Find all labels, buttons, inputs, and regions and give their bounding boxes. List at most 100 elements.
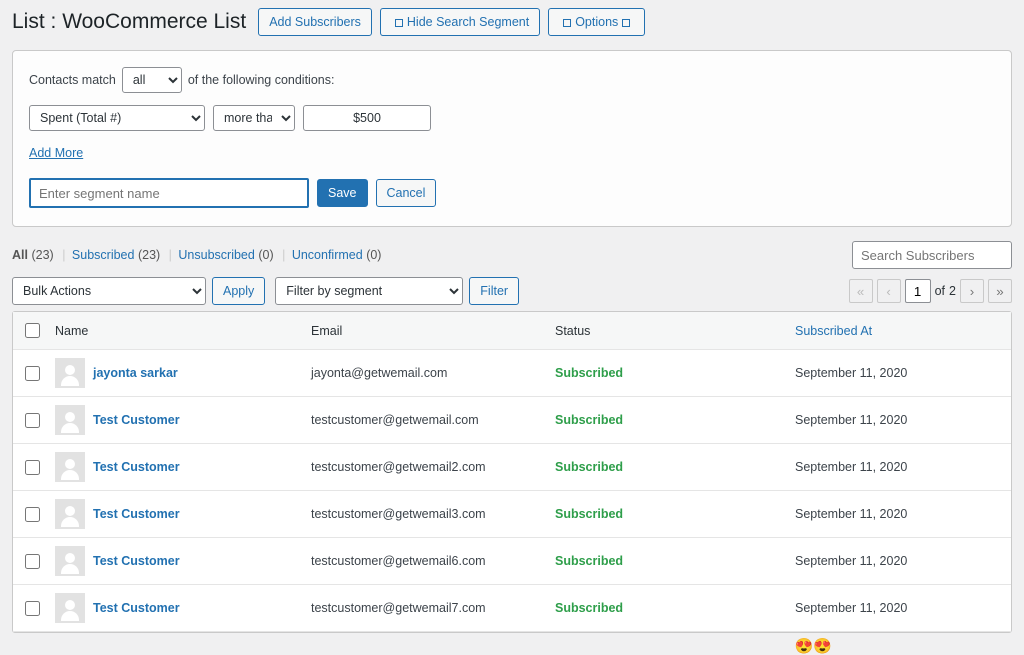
- avatar: [55, 452, 85, 482]
- table-row: Test Customertestcustomer@getwemail.comS…: [13, 397, 1011, 444]
- separator: |: [169, 248, 172, 262]
- subscriber-status: Subscribed: [555, 460, 795, 474]
- reaction-emoji: 😍😍: [795, 638, 832, 655]
- filter-button[interactable]: Filter: [469, 277, 519, 305]
- filters-bar: All (23) | Subscribed (23) | Unsubscribe…: [12, 241, 1012, 269]
- options-button[interactable]: Options: [548, 8, 645, 36]
- select-all-checkbox[interactable]: [25, 323, 40, 338]
- col-name[interactable]: Name: [55, 324, 311, 338]
- action-row: Bulk Actions Apply Filter by segment Fil…: [12, 277, 1012, 305]
- row-checkbox[interactable]: [25, 460, 40, 475]
- row-checkbox[interactable]: [25, 413, 40, 428]
- col-email: Email: [311, 324, 555, 338]
- pagination: « ‹ of 2 › »: [849, 279, 1012, 303]
- subscriber-status: Subscribed: [555, 413, 795, 427]
- page-title: List : WooCommerce List: [12, 10, 246, 34]
- subscriber-email: testcustomer@getwemail6.com: [311, 554, 555, 568]
- tab-subscribed-count: (23): [138, 248, 160, 262]
- subscriber-subscribed-at: September 11, 2020: [795, 366, 1003, 380]
- tab-all[interactable]: All: [12, 248, 28, 262]
- bulk-actions-select[interactable]: Bulk Actions: [12, 277, 206, 305]
- subscriber-name-link[interactable]: Test Customer: [93, 460, 180, 474]
- list-name: WooCommerce List: [62, 10, 246, 33]
- row-checkbox[interactable]: [25, 366, 40, 381]
- row-checkbox[interactable]: [25, 554, 40, 569]
- tab-unconfirmed[interactable]: Unconfirmed: [292, 248, 363, 262]
- subscriber-status: Subscribed: [555, 366, 795, 380]
- subscriber-status: Subscribed: [555, 554, 795, 568]
- apply-button[interactable]: Apply: [212, 277, 265, 305]
- row-checkbox[interactable]: [25, 601, 40, 616]
- tab-unsubscribed[interactable]: Unsubscribed: [178, 248, 254, 262]
- tab-subscribed[interactable]: Subscribed: [72, 248, 135, 262]
- table-row: Test Customer testcustomer@getwemail6.com…: [13, 538, 1011, 585]
- col-subscribed-at[interactable]: Subscribed At: [795, 324, 1003, 338]
- subscriber-name-link[interactable]: Test Customer: [93, 554, 180, 568]
- tab-all-count: (23): [31, 248, 53, 262]
- subscriber-name-link[interactable]: Test Customer: [93, 507, 180, 521]
- add-subscribers-button[interactable]: Add Subscribers: [258, 8, 372, 36]
- square-icon: [395, 19, 403, 27]
- condition-field-select[interactable]: Spent (Total #): [29, 105, 205, 131]
- square-icon: [622, 19, 630, 27]
- search-subscribers-input[interactable]: [852, 241, 1012, 269]
- condition-op-select[interactable]: more than: [213, 105, 295, 131]
- subscriber-email: testcustomer@getwemail3.com: [311, 507, 555, 521]
- subscriber-subscribed-at: September 11, 2020: [795, 601, 1003, 615]
- segment-save-row: Save Cancel: [29, 178, 995, 208]
- subscriber-email: testcustomer@getwemail.com: [311, 413, 555, 427]
- subscriber-name-link[interactable]: jayonta sarkar: [93, 366, 178, 380]
- separator: |: [282, 248, 285, 262]
- match-mode-select[interactable]: all: [122, 67, 182, 93]
- page-last-button[interactable]: »: [988, 279, 1012, 303]
- subscriber-name-link[interactable]: Test Customer: [93, 601, 180, 615]
- segment-panel: Contacts match all of the following cond…: [12, 50, 1012, 227]
- match-label-pre: Contacts match: [29, 73, 116, 87]
- hide-search-segment-label: Hide Search Segment: [407, 13, 529, 31]
- row-checkbox[interactable]: [25, 507, 40, 522]
- page-next-button[interactable]: ›: [960, 279, 984, 303]
- subscriber-subscribed-at: September 11, 2020: [795, 554, 1003, 568]
- page-prev-button[interactable]: ‹: [877, 279, 901, 303]
- separator: |: [62, 248, 65, 262]
- table-row: Test Customer testcustomer@getwemail2.com…: [13, 444, 1011, 491]
- subscriber-subscribed-at: September 11, 2020: [795, 507, 1003, 521]
- table-row: jayonta sarkar jayonta@getwemail.comSubsc…: [13, 350, 1011, 397]
- subscriber-email: jayonta@getwemail.com: [311, 366, 555, 380]
- options-label: Options: [575, 13, 618, 31]
- col-status: Status: [555, 324, 795, 338]
- avatar: [55, 546, 85, 576]
- subscriber-email: testcustomer@getwemail7.com: [311, 601, 555, 615]
- pager-total: 2: [949, 284, 956, 298]
- tab-unconfirmed-count: (0): [366, 248, 381, 262]
- filter-segment-select[interactable]: Filter by segment: [275, 277, 463, 305]
- page-current-input[interactable]: [905, 279, 931, 303]
- subscriber-subscribed-at: September 11, 2020: [795, 413, 1003, 427]
- segment-name-input[interactable]: [29, 178, 309, 208]
- avatar: [55, 405, 85, 435]
- status-tabs: All (23) | Subscribed (23) | Unsubscribe…: [12, 248, 383, 262]
- table-body: jayonta sarkarjayonta@getwemail.comSubsc…: [13, 350, 1011, 632]
- subscriber-status: Subscribed: [555, 507, 795, 521]
- subscriber-name-link[interactable]: Test Customer: [93, 413, 180, 427]
- table-row: Test Customer testcustomer@getwemail7.com…: [13, 585, 1011, 632]
- avatar: [55, 358, 85, 388]
- page-first-button[interactable]: «: [849, 279, 873, 303]
- table-row: Test Customer testcustomer@getwemail3.com…: [13, 491, 1011, 538]
- subscriber-status: Subscribed: [555, 601, 795, 615]
- title-prefix: List :: [12, 10, 62, 33]
- condition-match-row: Contacts match all of the following cond…: [29, 67, 995, 93]
- subscribers-table: Name Email Status Subscribed At jayonta …: [12, 311, 1012, 633]
- avatar: [55, 499, 85, 529]
- table-header: Name Email Status Subscribed At: [13, 312, 1011, 350]
- condition-value-input[interactable]: [303, 105, 431, 131]
- hide-search-segment-button[interactable]: Hide Search Segment: [380, 8, 540, 36]
- avatar: [55, 593, 85, 623]
- add-more-link[interactable]: Add More: [29, 146, 83, 160]
- condition-row: Spent (Total #) more than: [29, 105, 995, 131]
- subscriber-email: testcustomer@getwemail2.com: [311, 460, 555, 474]
- save-segment-button[interactable]: Save: [317, 179, 368, 207]
- square-icon: [563, 19, 571, 27]
- cancel-segment-button[interactable]: Cancel: [376, 179, 437, 207]
- subscriber-subscribed-at: September 11, 2020: [795, 460, 1003, 474]
